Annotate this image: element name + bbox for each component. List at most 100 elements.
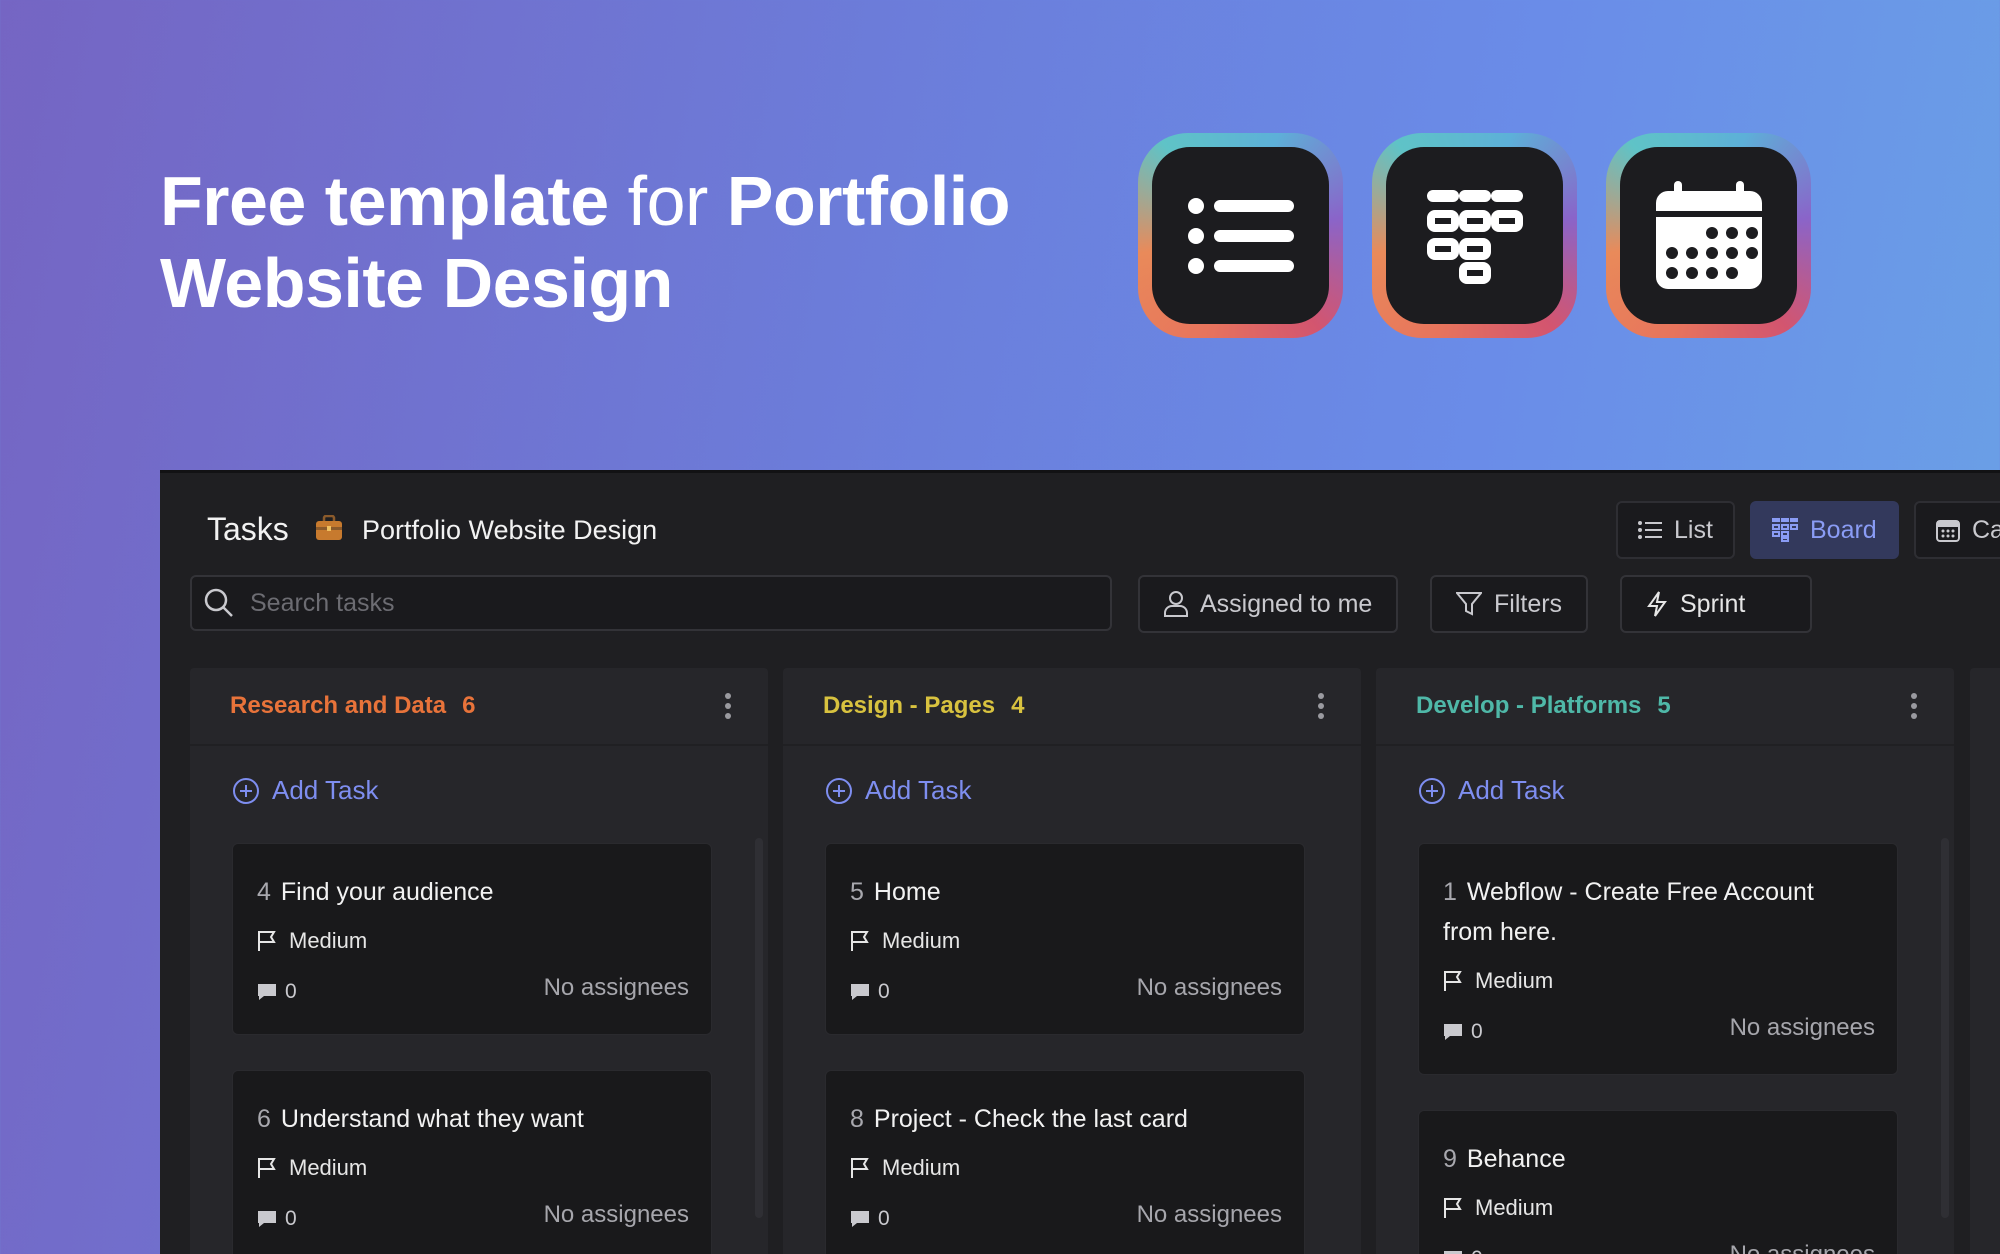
priority[interactable]: Medium xyxy=(257,928,367,954)
priority[interactable]: Medium xyxy=(257,1155,367,1181)
add-task-label: Add Task xyxy=(272,775,379,805)
add-task-button[interactable]: Add Task xyxy=(825,775,971,806)
flag-icon xyxy=(851,931,869,951)
task-card[interactable]: 6 Understand what they want Medium 0 No a… xyxy=(232,1070,712,1254)
calendar-icon xyxy=(1936,520,1960,542)
priority[interactable]: Medium xyxy=(1443,1195,1553,1221)
task-card[interactable]: 9 Behance Medium 0 No assignees xyxy=(1418,1110,1898,1254)
task-title: 5 Home xyxy=(850,872,1290,912)
comment-icon xyxy=(1444,1024,1462,1040)
hero-title-bold-2: Portfolio xyxy=(726,162,1011,240)
task-number: 5 xyxy=(850,878,864,906)
column-title: Develop - Platforms xyxy=(1416,692,1642,719)
sprint-button[interactable]: Sprint xyxy=(1620,575,1812,633)
task-card[interactable]: 4 Find your audience Medium 0 No assignee… xyxy=(232,843,712,1035)
task-number: 8 xyxy=(850,1105,864,1133)
add-task-button[interactable]: Add Task xyxy=(1418,775,1564,806)
column-title: Design - Pages xyxy=(823,692,996,719)
task-title-line-2: from here. xyxy=(1443,918,1557,946)
task-card[interactable]: 8 Project - Check the last card Medium 0 … xyxy=(825,1070,1305,1254)
scrollbar[interactable] xyxy=(755,838,763,1218)
comments[interactable]: 0 xyxy=(257,1207,297,1231)
task-number: 9 xyxy=(1443,1145,1457,1173)
list-icon xyxy=(1638,521,1662,539)
assignees[interactable]: No assignees xyxy=(544,974,689,1002)
flag-icon xyxy=(1444,971,1462,991)
task-title-text: Find your audience xyxy=(280,878,494,906)
flag-icon xyxy=(258,931,276,951)
briefcase-icon xyxy=(315,514,343,546)
list-view-icon xyxy=(1138,133,1343,338)
flag-icon xyxy=(851,1158,869,1178)
assigned-to-me-button[interactable]: Assigned to me xyxy=(1138,575,1399,633)
column-count: 6 xyxy=(462,692,476,719)
comment-icon xyxy=(851,1211,869,1227)
plus-circle-icon xyxy=(826,777,852,804)
scrollbar[interactable] xyxy=(1941,838,1949,1218)
priority-label: Medium xyxy=(882,1155,961,1180)
priority-label: Medium xyxy=(1475,1195,1554,1220)
task-number: 1 xyxy=(1443,878,1457,906)
task-title-text: Understand what they want xyxy=(280,1105,584,1133)
comment-icon xyxy=(1444,1251,1462,1254)
task-card[interactable]: 5 Home Medium 0 No assignees xyxy=(825,843,1305,1035)
sprint-label: Sprint xyxy=(1680,589,1746,618)
task-title: 9 Behance xyxy=(1443,1139,1883,1179)
comments[interactable]: 0 xyxy=(850,980,890,1004)
view-board-button[interactable]: Board xyxy=(1750,501,1899,559)
assignees[interactable]: No assignees xyxy=(544,1201,689,1229)
comments[interactable]: 0 xyxy=(1443,1247,1483,1254)
comments[interactable]: 0 xyxy=(1443,1020,1483,1044)
more-vertical-icon[interactable] xyxy=(1910,692,1918,720)
priority-label: Medium xyxy=(882,928,961,953)
assignees[interactable]: No assignees xyxy=(1137,1201,1282,1229)
assignees[interactable]: No assignees xyxy=(1730,1241,1875,1254)
flag-icon xyxy=(258,1158,276,1178)
add-task-button[interactable]: Add Task xyxy=(232,775,378,806)
view-board-label: Board xyxy=(1810,515,1877,544)
column-header: Research and Data 6 xyxy=(190,668,768,746)
comments[interactable]: 0 xyxy=(850,1207,890,1231)
priority[interactable]: Medium xyxy=(850,928,960,954)
board-view-icon xyxy=(1372,133,1577,338)
comment-icon xyxy=(258,984,276,1000)
filters-button[interactable]: Filters xyxy=(1430,575,1589,633)
lightning-icon xyxy=(1647,591,1667,617)
add-task-label: Add Task xyxy=(1458,775,1565,805)
priority-label: Medium xyxy=(289,1155,368,1180)
view-calendar-label: Ca xyxy=(1972,515,2000,544)
column-count: 4 xyxy=(1011,692,1025,719)
comment-count: 0 xyxy=(1471,1020,1483,1043)
plus-circle-icon xyxy=(1419,777,1445,804)
priority[interactable]: Medium xyxy=(850,1155,960,1181)
comments[interactable]: 0 xyxy=(257,980,297,1004)
view-list-button[interactable]: List xyxy=(1616,501,1735,559)
more-vertical-icon[interactable] xyxy=(724,692,732,720)
comment-count: 0 xyxy=(1471,1247,1483,1254)
board-column: Develop - Platforms 5 Add Task 1 Webflow … xyxy=(1376,668,1954,1254)
task-title-text: Behance xyxy=(1466,1145,1566,1173)
view-calendar-button[interactable]: Ca xyxy=(1914,501,2000,559)
comment-count: 0 xyxy=(285,1207,297,1230)
search-icon xyxy=(204,588,233,617)
page-title: Tasks xyxy=(207,511,289,547)
board-column: Design - Pages 4 Add Task 5 Home Medium 0… xyxy=(783,668,1361,1254)
task-number: 6 xyxy=(257,1105,271,1133)
comment-count: 0 xyxy=(285,980,297,1003)
plus-circle-icon xyxy=(233,777,259,804)
hero-title-line-2: Website Design xyxy=(160,244,673,322)
task-board-panel: Tasks Portfolio Website Design List Boar… xyxy=(160,470,2000,1254)
hero-title: Free template for Portfolio Website Desi… xyxy=(160,160,1011,324)
project-name[interactable]: Portfolio Website Design xyxy=(362,515,657,546)
task-title: 4 Find your audience xyxy=(257,872,697,912)
task-card[interactable]: 1 Webflow - Create Free Account from here… xyxy=(1418,843,1898,1075)
priority[interactable]: Medium xyxy=(1443,968,1553,994)
comment-count: 0 xyxy=(878,1207,890,1230)
add-task-label: Add Task xyxy=(865,775,972,805)
assignees[interactable]: No assignees xyxy=(1137,974,1282,1002)
assignees[interactable]: No assignees xyxy=(1730,1014,1875,1042)
search-input[interactable]: Search tasks xyxy=(190,575,1112,631)
hero-title-light: for xyxy=(627,162,709,240)
more-vertical-icon[interactable] xyxy=(1317,692,1325,720)
priority-label: Medium xyxy=(289,928,368,953)
